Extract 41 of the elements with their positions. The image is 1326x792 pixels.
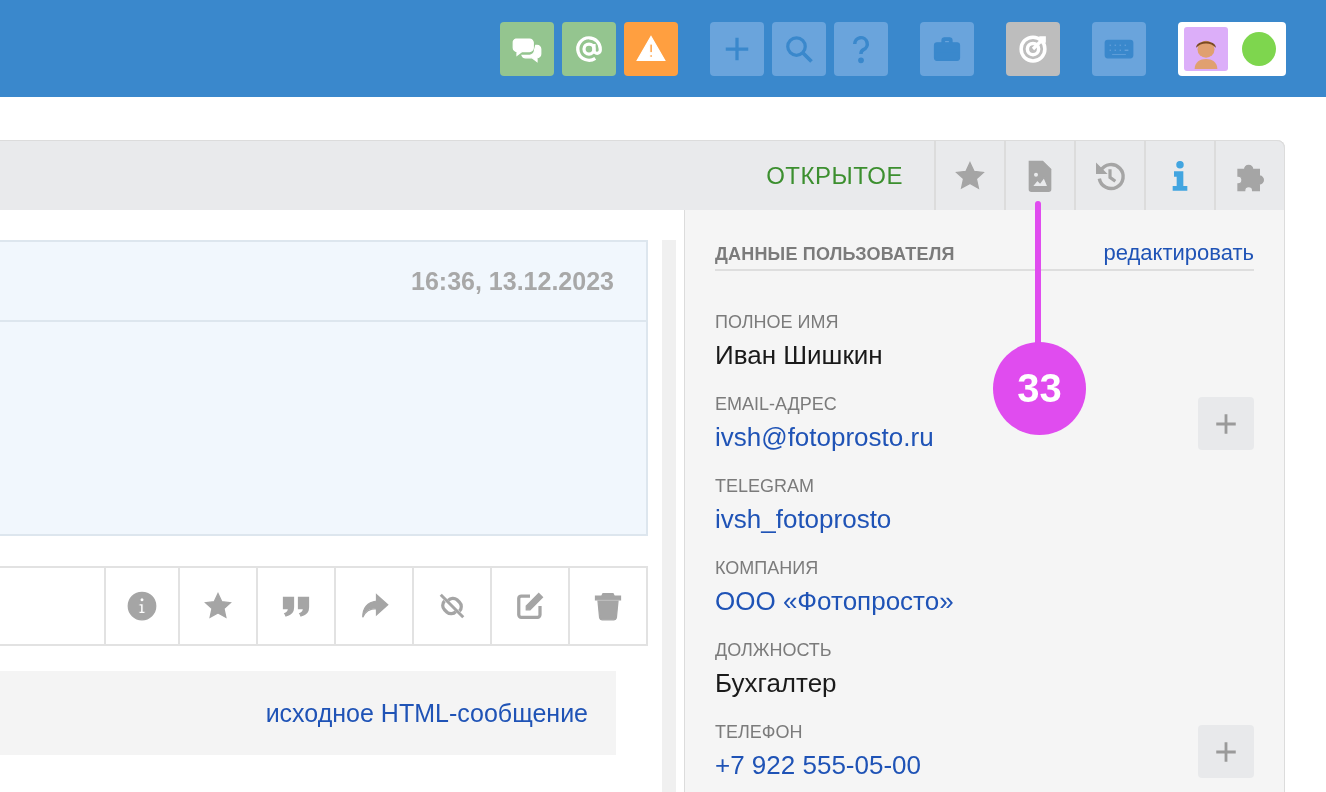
target-icon (1018, 34, 1048, 64)
star-icon (954, 159, 986, 192)
briefcase-icon (932, 34, 962, 64)
field-label: ПОЛНОЕ ИМЯ (715, 312, 840, 333)
edit-icon (515, 591, 545, 621)
unlink-icon (437, 591, 467, 621)
field-value: Бухгалтер (715, 668, 837, 699)
field-link[interactable]: ivsh@fotoprosto.ru (715, 422, 934, 453)
field-label: ТЕЛЕФОН (715, 722, 804, 743)
keyboard-button[interactable] (1092, 22, 1146, 76)
field-label: EMAIL-АДРЕС (715, 394, 838, 415)
field-label: КОМПАНИЯ (715, 558, 820, 579)
warning-button[interactable] (624, 22, 678, 76)
edit-link[interactable]: редактировать (1103, 240, 1254, 266)
star-icon (203, 591, 233, 621)
at-sign-button[interactable] (562, 22, 616, 76)
at-sign-icon (574, 34, 604, 64)
warning-icon (636, 34, 666, 64)
field-label: TELEGRAM (715, 476, 816, 497)
message-time: 16:36, 13.12.2023 (411, 266, 614, 296)
user-menu-button[interactable] (1178, 22, 1286, 76)
avatar-icon (1184, 27, 1228, 71)
add-button[interactable] (1198, 397, 1254, 450)
field-link[interactable]: ООО «Фотопросто» (715, 586, 954, 617)
section-title: ДАННЫЕ ПОЛЬЗОВАТЕЛЯ (715, 244, 955, 265)
plus-button[interactable] (710, 22, 764, 76)
field-label: ДОЛЖНОСТЬ (715, 640, 833, 661)
question-mark-button[interactable] (834, 22, 888, 76)
field-value: Иван Шишкин (715, 340, 883, 371)
target-button[interactable] (1006, 22, 1060, 76)
info-icon (127, 591, 157, 621)
ticket-status: ОТКРЫТОЕ (766, 161, 903, 190)
briefcase-button[interactable] (920, 22, 974, 76)
chat-bubbles-button[interactable] (500, 22, 554, 76)
source-link[interactable]: исходное HTML-сообщение (265, 698, 588, 728)
field-link[interactable]: +7 922 555-05-00 (715, 750, 921, 781)
field-link[interactable]: ivsh_fotoprosto (715, 504, 892, 535)
trash-icon (593, 591, 623, 621)
add-button[interactable] (1198, 725, 1254, 778)
search-button[interactable] (772, 22, 826, 76)
search-icon (784, 34, 814, 64)
